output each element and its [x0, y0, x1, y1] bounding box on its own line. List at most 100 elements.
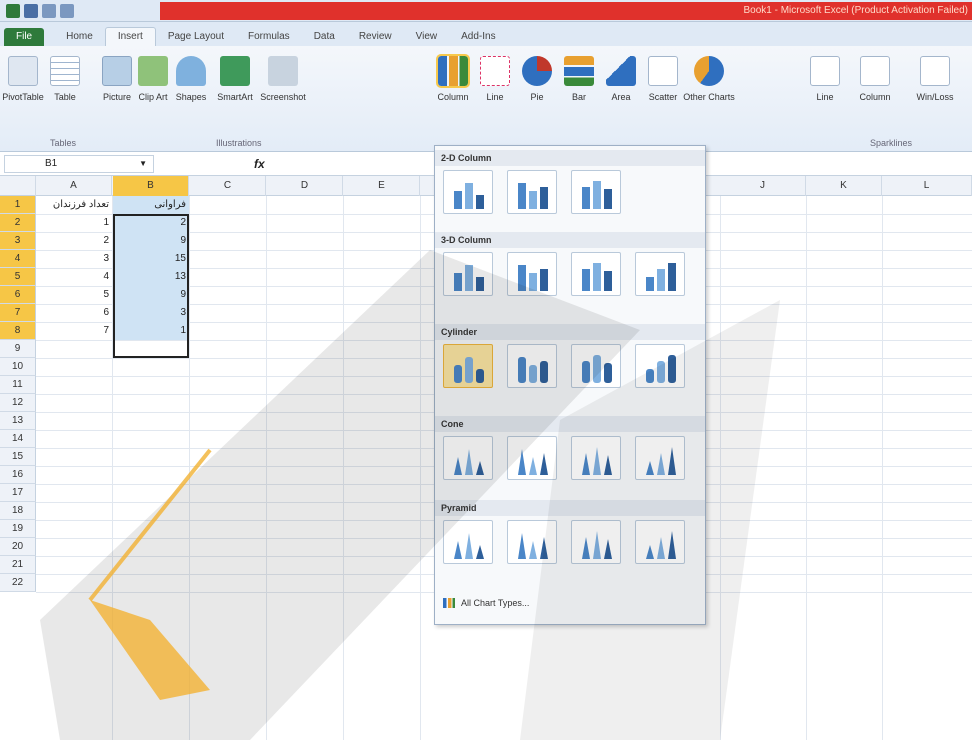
column-header-j[interactable]: J	[720, 176, 806, 196]
row-header[interactable]: 7	[0, 304, 36, 322]
chevron-down-icon[interactable]: ▼	[139, 159, 147, 168]
screenshot-button[interactable]: Screenshot	[260, 56, 306, 102]
cell-a[interactable]: 3	[36, 250, 112, 268]
column3d-chart-option[interactable]	[571, 252, 621, 296]
redo-icon[interactable]	[60, 3, 74, 18]
cell-a[interactable]: 7	[36, 322, 112, 340]
cylinder-chart-option[interactable]	[635, 344, 685, 388]
cone-chart-icon	[582, 447, 612, 475]
row-header[interactable]: 13	[0, 412, 36, 430]
clip-art-button[interactable]: Clip Art	[134, 56, 172, 102]
row-header[interactable]: 10	[0, 358, 36, 376]
row-header[interactable]: 17	[0, 484, 36, 502]
tab-data[interactable]: Data	[302, 28, 347, 46]
cone-chart-option[interactable]	[571, 436, 621, 480]
row-header[interactable]: 16	[0, 466, 36, 484]
cell-a[interactable]: 1	[36, 214, 112, 232]
column-header-c[interactable]: C	[190, 176, 266, 196]
column3d-chart-option[interactable]	[507, 252, 557, 296]
column3d-chart-icon	[646, 263, 676, 291]
pyramid-chart-option[interactable]	[507, 520, 557, 564]
tab-insert[interactable]: Insert	[104, 27, 156, 46]
column-chart-option[interactable]	[507, 170, 557, 214]
cone-chart-option[interactable]	[507, 436, 557, 480]
select-all-corner[interactable]	[0, 176, 36, 196]
row-header[interactable]: 19	[0, 520, 36, 538]
cylinder-chart-option[interactable]	[571, 344, 621, 388]
row-header[interactable]: 2	[0, 214, 36, 232]
window-title: Book1 - Microsoft Excel (Product Activat…	[743, 5, 968, 16]
tab-formulas[interactable]: Formulas	[236, 28, 302, 46]
picture-button[interactable]: Picture	[98, 56, 136, 102]
pyramid-chart-option[interactable]	[571, 520, 621, 564]
sparkline-winloss-button[interactable]: Win/Loss	[916, 56, 954, 102]
row-header[interactable]: 22	[0, 574, 36, 592]
column-header-b[interactable]: B	[113, 176, 189, 196]
shapes-button[interactable]: Shapes	[172, 56, 210, 102]
sparkline-line-button[interactable]: Line	[806, 56, 844, 102]
column-chart-option[interactable]	[571, 170, 621, 214]
row-header[interactable]: 1	[0, 196, 36, 214]
other-charts-button[interactable]: Other Charts	[683, 56, 735, 102]
all-chart-types-link[interactable]: All Chart Types...	[443, 598, 529, 608]
pie-chart-button[interactable]: Pie	[518, 56, 556, 102]
tab-home[interactable]: Home	[54, 28, 105, 46]
cell-a[interactable]: 4	[36, 268, 112, 286]
row-header[interactable]: 15	[0, 448, 36, 466]
sparkline-column-button[interactable]: Column	[856, 56, 894, 102]
tab-file[interactable]: File	[4, 28, 45, 46]
column-header-a[interactable]: A	[36, 176, 112, 196]
cylinder-chart-option[interactable]	[507, 344, 557, 388]
row-header[interactable]: 11	[0, 376, 36, 394]
tab-view[interactable]: View	[404, 28, 450, 46]
name-box[interactable]: B1 ▼	[4, 154, 154, 173]
row-header[interactable]: 20	[0, 538, 36, 556]
column-header-k[interactable]: K	[806, 176, 882, 196]
pyramid-chart-option[interactable]	[635, 520, 685, 564]
table-button[interactable]: Table	[46, 56, 84, 102]
tab-add-ins[interactable]: Add-Ins	[449, 28, 507, 46]
tab-review[interactable]: Review	[347, 28, 404, 46]
column-header-l[interactable]: L	[882, 176, 972, 196]
cone-chart-option[interactable]	[443, 436, 493, 480]
cone-chart-option[interactable]	[635, 436, 685, 480]
row-header[interactable]: 9	[0, 340, 36, 358]
smartart-button[interactable]: SmartArt	[216, 56, 254, 102]
table-icon	[50, 56, 80, 86]
column-chart-button[interactable]: Column	[434, 54, 472, 102]
row-header[interactable]: 18	[0, 502, 36, 520]
chart-icon-shape	[476, 545, 484, 559]
cell-b[interactable]: فراوانی	[113, 196, 189, 214]
cylinder-chart-option[interactable]	[443, 344, 493, 388]
insert-function-icon[interactable]: fx	[254, 157, 265, 171]
row-header[interactable]: 5	[0, 268, 36, 286]
column-chart-option[interactable]	[443, 170, 493, 214]
cell-a[interactable]: 6	[36, 304, 112, 322]
column3d-chart-option[interactable]	[443, 252, 493, 296]
row-header[interactable]: 3	[0, 232, 36, 250]
save-icon[interactable]	[24, 3, 38, 18]
row-header[interactable]: 12	[0, 394, 36, 412]
row-header[interactable]: 21	[0, 556, 36, 574]
pivottable-button[interactable]: PivotTable	[2, 56, 44, 102]
cell-a[interactable]: 2	[36, 232, 112, 250]
pyramid-chart-option[interactable]	[443, 520, 493, 564]
tab-page-layout[interactable]: Page Layout	[156, 28, 236, 46]
pivottable-icon	[8, 56, 38, 86]
row-header[interactable]: 14	[0, 430, 36, 448]
sparkline-winloss-label: Win/Loss	[916, 92, 954, 102]
line-chart-button[interactable]: Line	[476, 56, 514, 102]
column3d-chart-option[interactable]	[635, 252, 685, 296]
row-header[interactable]: 8	[0, 322, 36, 340]
area-chart-button[interactable]: Area	[602, 56, 640, 102]
bar-chart-button[interactable]: Bar	[560, 56, 598, 102]
undo-icon[interactable]	[42, 3, 56, 18]
scatter-chart-button[interactable]: Scatter	[644, 56, 682, 102]
column-header-e[interactable]: E	[344, 176, 420, 196]
cell-a[interactable]: 5	[36, 286, 112, 304]
cell-a[interactable]: تعداد فرزندان	[36, 196, 112, 214]
row-header[interactable]: 6	[0, 286, 36, 304]
section-3d-column: 3-D Column	[435, 232, 705, 248]
column-header-d[interactable]: D	[267, 176, 343, 196]
row-header[interactable]: 4	[0, 250, 36, 268]
